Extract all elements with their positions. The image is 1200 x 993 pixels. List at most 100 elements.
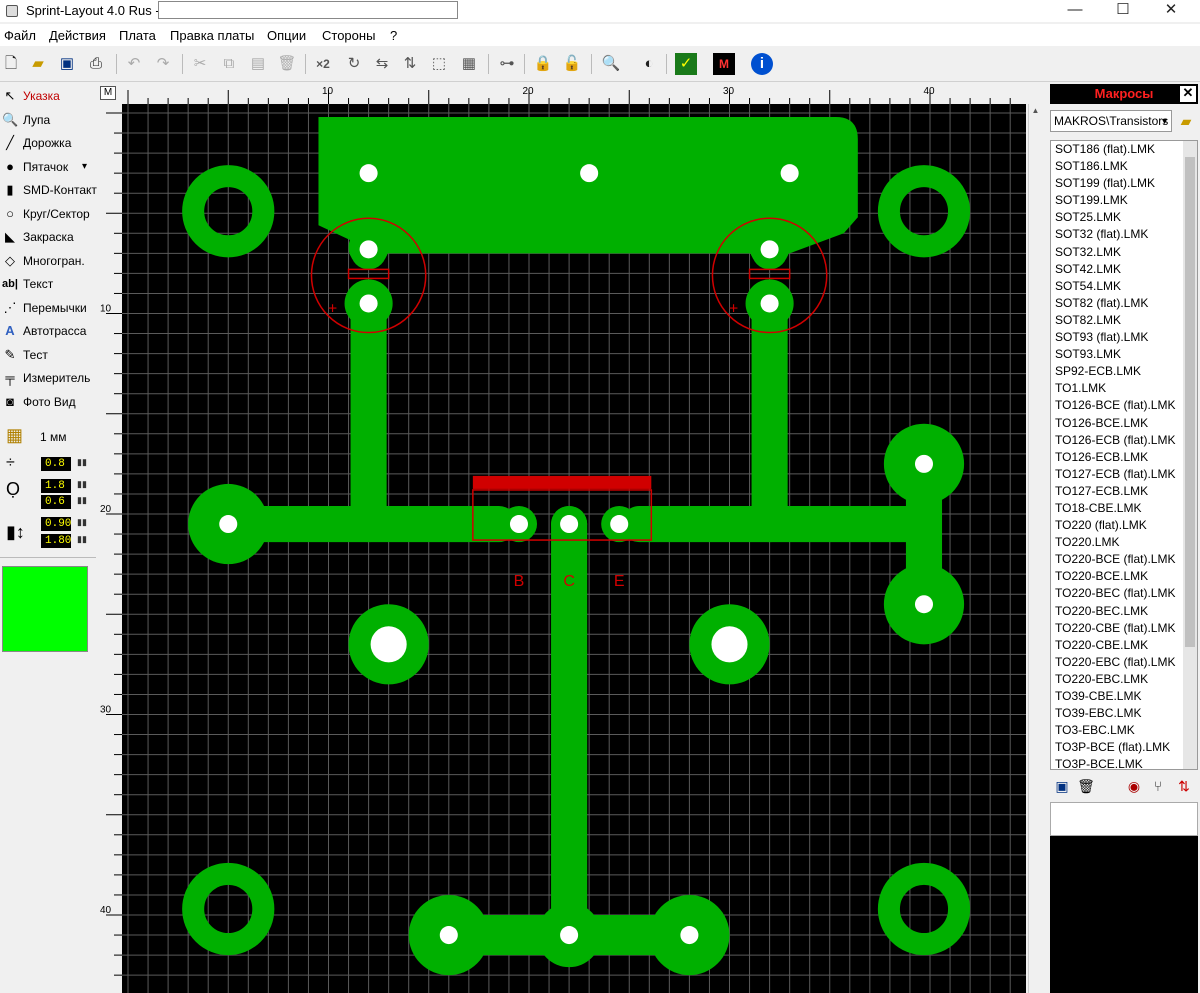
list-item[interactable]: TO126-BCE.LMK bbox=[1051, 415, 1197, 432]
smd-height-spinner-icon[interactable]: ▮▮ bbox=[77, 534, 87, 546]
tool-pad[interactable]: ● Пятачок ▾ bbox=[0, 156, 96, 178]
save-icon[interactable]: ▣ bbox=[56, 53, 78, 75]
vertical-scrollbar[interactable]: ▲ bbox=[1028, 104, 1042, 993]
list-item[interactable]: SOT32 (flat).LMK bbox=[1051, 226, 1197, 243]
redo-icon[interactable]: ↷ bbox=[152, 53, 174, 75]
menu-sides[interactable]: Стороны bbox=[322, 28, 375, 43]
list-item[interactable]: TO18-CBE.LMK bbox=[1051, 500, 1197, 517]
chevron-down-icon[interactable]: ▾ bbox=[82, 156, 87, 178]
list-item[interactable]: TO220-BEC (flat).LMK bbox=[1051, 585, 1197, 602]
list-item[interactable]: SOT199 (flat).LMK bbox=[1051, 175, 1197, 192]
menu-help[interactable]: ? bbox=[390, 28, 397, 43]
list-item[interactable]: SOT25.LMK bbox=[1051, 209, 1197, 226]
tool-jumper[interactable]: ⋰ Перемычки bbox=[0, 297, 96, 319]
zoom-icon[interactable]: 🔍 bbox=[600, 53, 622, 75]
tool-smd-pad[interactable]: ▮ SMD-Контакт bbox=[0, 179, 96, 201]
tool-fill[interactable]: ◣ Закраска bbox=[0, 226, 96, 248]
list-item[interactable]: SOT199.LMK bbox=[1051, 192, 1197, 209]
menu-board-edit[interactable]: Правка платы bbox=[170, 28, 254, 43]
group-icon[interactable]: ⬚ bbox=[428, 53, 450, 75]
list-item[interactable]: TO220 (flat).LMK bbox=[1051, 517, 1197, 534]
smd-width-spinner-icon[interactable]: ▮▮ bbox=[77, 517, 87, 529]
list-item[interactable]: TO126-ECB (flat).LMK bbox=[1051, 432, 1197, 449]
new-file-icon[interactable]: 🗋 bbox=[0, 53, 22, 75]
tool-camera[interactable]: ◙ Фото Вид bbox=[0, 391, 96, 413]
info-icon[interactable]: i bbox=[751, 53, 773, 75]
macro-file-list[interactable]: SOT186 (flat).LMK SOT186.LMK SOT199 (flat)… bbox=[1050, 140, 1198, 770]
file-name-field[interactable] bbox=[158, 1, 458, 19]
track-width-field[interactable]: 0.8 bbox=[41, 457, 71, 471]
open-folder-icon[interactable]: ▰ bbox=[1175, 110, 1197, 132]
pad-outer-field[interactable]: 1.8 bbox=[41, 479, 71, 493]
copy-icon[interactable]: ⧉ bbox=[218, 53, 240, 75]
save-macro-icon[interactable]: ▣ bbox=[1052, 776, 1072, 796]
list-item[interactable]: TO39-CBE.LMK bbox=[1051, 688, 1197, 705]
layer-color-icon[interactable]: ◐ bbox=[638, 53, 660, 75]
macro-folder-select[interactable]: MAKROS\Transistors ▼ bbox=[1050, 110, 1172, 132]
list-item[interactable]: SP92-ECB.LMK bbox=[1051, 363, 1197, 380]
list-item[interactable]: SOT54.LMK bbox=[1051, 278, 1197, 295]
tool-circle[interactable]: ○ Круг/Сектор bbox=[0, 203, 96, 225]
close-button[interactable]: ✕ bbox=[1148, 0, 1194, 22]
list-item[interactable]: TO127-ECB (flat).LMK bbox=[1051, 466, 1197, 483]
list-item[interactable]: TO126-ECB.LMK bbox=[1051, 449, 1197, 466]
smd-width-field[interactable]: 0.90 bbox=[41, 517, 71, 531]
tool-pointer[interactable]: ↖ Указка bbox=[0, 85, 96, 107]
list-item[interactable]: SOT93 (flat).LMK bbox=[1051, 329, 1197, 346]
list-item[interactable]: TO1.LMK bbox=[1051, 380, 1197, 397]
list-item[interactable]: TO220-EBC (flat).LMK bbox=[1051, 654, 1197, 671]
grid-size-selector[interactable]: ▦ 1 мм bbox=[0, 425, 96, 449]
tool-ruler[interactable]: ╤ Измеритель bbox=[0, 367, 96, 389]
tool-test[interactable]: ✎ Тест bbox=[0, 344, 96, 366]
duplicate-x2-icon[interactable]: ×2 bbox=[312, 53, 334, 75]
open-folder-icon[interactable]: ▰ bbox=[27, 53, 49, 75]
drc-check-icon[interactable]: ✓ bbox=[675, 53, 697, 75]
smd-height-field[interactable]: 1.80 bbox=[41, 534, 71, 548]
pad-inner-field[interactable]: 0.6 bbox=[41, 495, 71, 509]
list-item[interactable]: TO220-BEC.LMK bbox=[1051, 603, 1197, 620]
rotate-icon[interactable]: ↻ bbox=[343, 53, 365, 75]
list-item[interactable]: TO220-CBE (flat).LMK bbox=[1051, 620, 1197, 637]
minimize-button[interactable]: — bbox=[1052, 0, 1098, 22]
list-item[interactable]: SOT32.LMK bbox=[1051, 244, 1197, 261]
tool-polygon[interactable]: ◇ Многогран. bbox=[0, 250, 96, 272]
pad-inner-spinner-icon[interactable]: ▮▮ bbox=[77, 495, 87, 507]
track-width-spinner-icon[interactable]: ▮▮ bbox=[77, 457, 87, 469]
list-item[interactable]: SOT82 (flat).LMK bbox=[1051, 295, 1197, 312]
component-icon[interactable]: ▦ bbox=[458, 53, 480, 75]
pcb-board[interactable]: B C E + + bbox=[122, 104, 1026, 993]
macro-panel-close-icon[interactable]: ✕ bbox=[1180, 86, 1196, 102]
maximize-button[interactable]: ☐ bbox=[1100, 0, 1146, 22]
menu-board[interactable]: Плата bbox=[119, 28, 156, 43]
unlock-icon[interactable]: 🔓 bbox=[561, 53, 583, 75]
print-icon[interactable]: ⎙ bbox=[85, 53, 107, 75]
macro-list-scrollbar[interactable] bbox=[1183, 141, 1197, 769]
active-layer-color-swatch[interactable] bbox=[2, 566, 88, 652]
tool-text[interactable]: ab| Текст bbox=[0, 273, 96, 295]
list-item[interactable]: TO220-BCE (flat).LMK bbox=[1051, 551, 1197, 568]
mirror-vertical-icon[interactable]: ⇅ bbox=[399, 53, 421, 75]
macro-properties-icon[interactable]: ◉ bbox=[1124, 776, 1144, 796]
list-item[interactable]: TO39-EBC.LMK bbox=[1051, 705, 1197, 722]
list-item[interactable]: TO220-BCE.LMK bbox=[1051, 568, 1197, 585]
list-item[interactable]: SOT42.LMK bbox=[1051, 261, 1197, 278]
menu-actions[interactable]: Действия bbox=[49, 28, 106, 43]
connections-icon[interactable]: ⊶ bbox=[496, 53, 518, 75]
list-item[interactable]: TO3P-BCE (flat).LMK bbox=[1051, 739, 1197, 756]
list-item[interactable]: SOT186 (flat).LMK bbox=[1051, 141, 1197, 158]
list-item[interactable]: TO220-EBC.LMK bbox=[1051, 671, 1197, 688]
tool-track[interactable]: ╱ Дорожка bbox=[0, 132, 96, 154]
list-item[interactable]: TO126-BCE (flat).LMK bbox=[1051, 397, 1197, 414]
macro-split-icon[interactable]: ⑂ bbox=[1148, 776, 1168, 796]
list-item[interactable]: SOT186.LMK bbox=[1051, 158, 1197, 175]
cut-icon[interactable]: ✂ bbox=[189, 53, 211, 75]
delete-macro-icon[interactable]: 🗑 bbox=[1076, 776, 1096, 796]
mirror-horizontal-icon[interactable]: ⇆ bbox=[371, 53, 393, 75]
list-item[interactable]: TO220-CBE.LMK bbox=[1051, 637, 1197, 654]
menu-file[interactable]: Файл bbox=[4, 28, 36, 43]
tool-autoroute[interactable]: A Автотрасса bbox=[0, 320, 96, 342]
tool-magnifier[interactable]: 🔍 Лупа bbox=[0, 109, 96, 131]
lock-icon[interactable]: 🔒 bbox=[532, 53, 554, 75]
scroll-up-icon[interactable]: ▲ bbox=[1030, 106, 1041, 118]
list-item[interactable]: TO3P-BCE.LMK bbox=[1051, 756, 1197, 769]
